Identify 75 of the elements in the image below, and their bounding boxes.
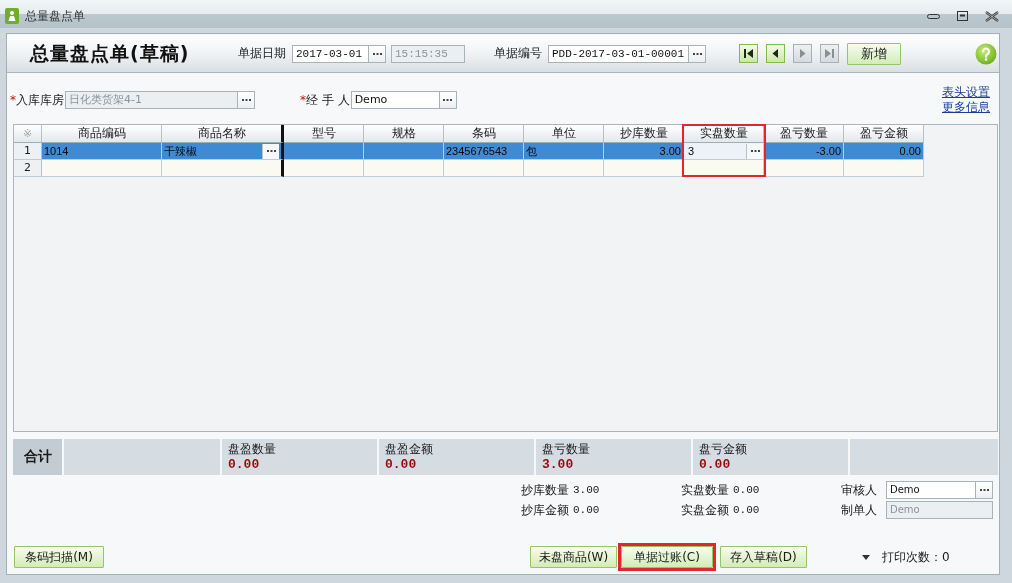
more-icon bbox=[692, 52, 702, 55]
field-label: 入库库房 bbox=[16, 91, 64, 109]
maximize-icon bbox=[957, 11, 968, 21]
field-label: 制单人 bbox=[841, 501, 878, 519]
metric-label: 盘盈数量 bbox=[228, 442, 276, 457]
triangle-left-icon bbox=[771, 49, 780, 58]
close-button[interactable] bbox=[985, 10, 999, 22]
picker-button[interactable] bbox=[976, 481, 993, 499]
stat-value: 0.00 bbox=[733, 484, 760, 496]
skip-back-icon bbox=[744, 49, 753, 58]
picker-button[interactable] bbox=[689, 44, 706, 63]
column-header[interactable]: 商品名称 bbox=[162, 125, 284, 143]
action-button[interactable]: 单据过账(C) bbox=[621, 546, 713, 568]
row-number: 2 bbox=[14, 160, 42, 177]
text-field[interactable]: 2017-03-01 bbox=[292, 44, 369, 63]
field-label: 单据编号 bbox=[494, 45, 542, 62]
text-field[interactable]: Demo bbox=[886, 481, 976, 499]
column-header[interactable]: 商品编码 bbox=[42, 125, 162, 143]
metric-value: 0.00 bbox=[699, 457, 731, 472]
stat-label: 实盘金额 bbox=[681, 501, 729, 519]
corner-header: ※ bbox=[14, 125, 42, 143]
first-button[interactable] bbox=[739, 44, 758, 63]
previous-button[interactable] bbox=[766, 44, 785, 63]
stat-label: 抄库数量 bbox=[521, 481, 569, 499]
scan-button[interactable]: 条码扫描(M) bbox=[14, 546, 104, 568]
metric-label: 盘亏数量 bbox=[542, 442, 590, 457]
link[interactable]: 更多信息 bbox=[942, 100, 990, 115]
skip-forward-icon bbox=[825, 49, 834, 58]
cell-input[interactable]: 3 bbox=[684, 143, 764, 160]
stat-value: 3.00 bbox=[573, 484, 600, 496]
action-button[interactable]: 存入草稿(D) bbox=[720, 546, 807, 568]
close-icon bbox=[985, 10, 999, 22]
metric-value: 3.00 bbox=[542, 457, 574, 472]
caret-icon[interactable] bbox=[862, 554, 870, 560]
column-header[interactable]: 抄库数量 bbox=[604, 125, 684, 143]
column-header[interactable]: 条码 bbox=[444, 125, 524, 143]
required-mark: * bbox=[10, 93, 16, 107]
field-label: 审核人 bbox=[841, 481, 878, 499]
text-field[interactable]: Demo bbox=[350, 91, 440, 109]
metric-label: 盘亏金额 bbox=[699, 442, 747, 457]
form-title: 总量盘点单(草稿) bbox=[30, 40, 190, 66]
column-header[interactable]: 规格 bbox=[364, 125, 444, 143]
required-mark: * bbox=[300, 93, 306, 107]
cell-text: 干辣椒 bbox=[164, 144, 198, 159]
print-count: 打印次数：0 bbox=[882, 548, 950, 566]
more-icon bbox=[372, 52, 382, 55]
metric-label: 盘盈金额 bbox=[385, 442, 433, 457]
minimize-icon bbox=[927, 13, 940, 19]
picker-button[interactable] bbox=[369, 44, 386, 63]
metric-value: 0.00 bbox=[228, 457, 260, 472]
picker-button[interactable] bbox=[262, 143, 279, 159]
minimize-button[interactable] bbox=[927, 13, 940, 19]
picker-button[interactable] bbox=[746, 143, 763, 159]
row-number: 1 bbox=[14, 143, 42, 160]
column-header[interactable]: 盈亏金额 bbox=[844, 125, 924, 143]
new-button[interactable]: 新增 bbox=[847, 42, 901, 65]
column-header[interactable]: 单位 bbox=[524, 125, 604, 143]
totals-label: 合计 bbox=[13, 439, 62, 475]
field-label: 经 手 人 bbox=[306, 91, 350, 109]
link[interactable]: 表头设置 bbox=[942, 85, 990, 100]
text-field[interactable]: PDD-2017-03-01-00001 bbox=[548, 44, 689, 63]
action-button[interactable]: 未盘商品(W) bbox=[530, 546, 617, 568]
column-header[interactable]: 盈亏数量 bbox=[764, 125, 844, 143]
table-row[interactable]: 1014 干辣椒 2345676543 包 3.00 3 -3.00 0.00 bbox=[42, 143, 924, 160]
stat-value: 0.00 bbox=[573, 504, 600, 516]
metric-value: 0.00 bbox=[385, 457, 417, 472]
stat-label: 抄库金额 bbox=[521, 501, 569, 519]
app-icon bbox=[5, 8, 19, 24]
stat-label: 实盘数量 bbox=[681, 481, 729, 499]
triangle-right-icon bbox=[798, 49, 807, 58]
field-label: 单据日期 bbox=[238, 45, 286, 62]
column-header[interactable]: 型号 bbox=[284, 125, 364, 143]
maximize-button[interactable] bbox=[957, 11, 968, 21]
window-title: 总量盘点单 bbox=[25, 7, 85, 25]
stat-value: 0.00 bbox=[733, 504, 760, 516]
